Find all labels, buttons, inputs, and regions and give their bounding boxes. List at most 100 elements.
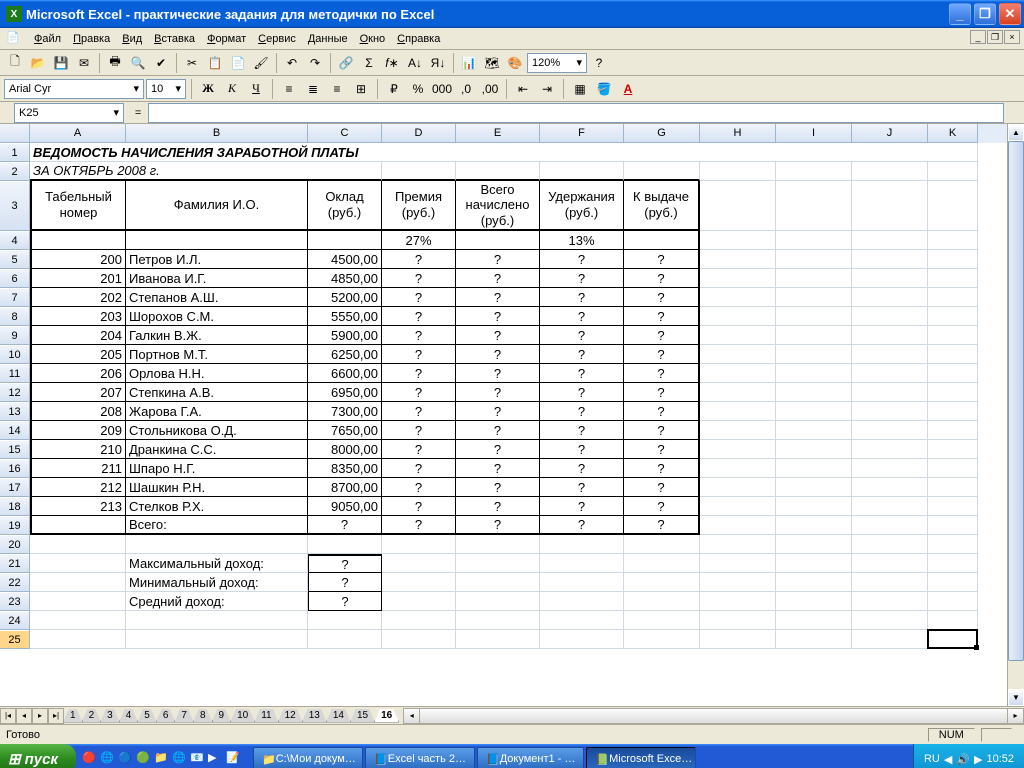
cell[interactable]	[624, 231, 700, 250]
horizontal-scrollbar[interactable]: ◂ ▸	[403, 708, 1024, 724]
mail-icon[interactable]: ✉	[73, 52, 95, 74]
font-combo[interactable]: Arial Cyr▾	[4, 79, 144, 99]
print-icon[interactable]: 🖶	[104, 52, 126, 74]
cell[interactable]: ВЕДОМОСТЬ НАЧИСЛЕНИЯ ЗАРАБОТНОЙ ПЛАТЫ	[30, 143, 978, 162]
cell[interactable]	[928, 478, 978, 497]
ql-icon[interactable]: 🟢	[136, 751, 152, 767]
row-header-14[interactable]: 14	[0, 421, 29, 440]
open-icon[interactable]: 📂	[27, 52, 49, 74]
cell[interactable]: 212	[30, 478, 126, 497]
cell[interactable]: ?	[540, 307, 624, 326]
cell[interactable]	[928, 554, 978, 573]
cell[interactable]	[852, 231, 928, 250]
menu-Сервис[interactable]: Сервис	[252, 31, 302, 47]
comma-icon[interactable]: 000	[431, 78, 453, 100]
cell[interactable]: ?	[456, 421, 540, 440]
row-header-22[interactable]: 22	[0, 573, 29, 592]
dec-decimal-icon[interactable]: ,00	[479, 78, 501, 100]
cell[interactable]	[776, 162, 852, 181]
italic-button[interactable]: К	[221, 78, 243, 100]
cell[interactable]	[624, 573, 700, 592]
underline-button[interactable]: Ч	[245, 78, 267, 100]
cell[interactable]	[928, 402, 978, 421]
menu-Окно[interactable]: Окно	[354, 31, 392, 47]
cell[interactable]	[126, 231, 308, 250]
cell[interactable]: ?	[624, 307, 700, 326]
cell[interactable]: 209	[30, 421, 126, 440]
cell[interactable]	[776, 288, 852, 307]
cell[interactable]	[700, 402, 776, 421]
menu-Файл[interactable]: Файл	[28, 31, 67, 47]
hyperlink-icon[interactable]: 🔗	[335, 52, 357, 74]
cell[interactable]	[700, 535, 776, 554]
cell[interactable]: ?	[624, 345, 700, 364]
help-icon[interactable]: ?	[588, 52, 610, 74]
cell[interactable]	[928, 288, 978, 307]
cell[interactable]	[700, 554, 776, 573]
cell[interactable]	[776, 307, 852, 326]
cell[interactable]: К выдаче (руб.)	[624, 181, 700, 231]
cell[interactable]: ?	[308, 592, 382, 611]
cell[interactable]: ?	[456, 440, 540, 459]
cell[interactable]: Фамилия И.О.	[126, 181, 308, 231]
cell[interactable]	[126, 611, 308, 630]
cell[interactable]: ?	[624, 497, 700, 516]
row-header-9[interactable]: 9	[0, 326, 29, 345]
sort-desc-icon[interactable]: Я↓	[427, 52, 449, 74]
cell[interactable]	[776, 630, 852, 649]
cell[interactable]: Орлова Н.Н.	[126, 364, 308, 383]
cell[interactable]	[540, 162, 624, 181]
cell[interactable]	[776, 250, 852, 269]
cell[interactable]	[776, 421, 852, 440]
cell[interactable]	[700, 440, 776, 459]
cell[interactable]	[700, 269, 776, 288]
cell[interactable]	[776, 181, 852, 231]
cell[interactable]: ?	[540, 516, 624, 535]
function-icon[interactable]: f∗	[381, 52, 403, 74]
language-indicator[interactable]: RU	[924, 753, 940, 765]
cell[interactable]	[776, 364, 852, 383]
cell[interactable]	[928, 516, 978, 535]
cell[interactable]	[852, 630, 928, 649]
cell[interactable]: ?	[456, 288, 540, 307]
map-icon[interactable]: 🗺	[481, 52, 503, 74]
align-left-icon[interactable]: ≡	[278, 78, 300, 100]
cell[interactable]: ?	[540, 478, 624, 497]
cell[interactable]: 6950,00	[308, 383, 382, 402]
cell[interactable]: ?	[624, 478, 700, 497]
column-headers[interactable]: ABCDEFGHIJK	[30, 124, 1007, 143]
cell[interactable]	[776, 440, 852, 459]
cell[interactable]	[700, 250, 776, 269]
cell[interactable]: ?	[456, 383, 540, 402]
merge-icon[interactable]: ⊞	[350, 78, 372, 100]
cell[interactable]	[776, 497, 852, 516]
menu-Вставка[interactable]: Вставка	[148, 31, 201, 47]
col-header-C[interactable]: C	[308, 124, 382, 143]
cell[interactable]	[540, 592, 624, 611]
cell[interactable]	[852, 611, 928, 630]
sheet-tab-11[interactable]: 11	[254, 709, 278, 723]
cell[interactable]: 5900,00	[308, 326, 382, 345]
menu-Формат[interactable]: Формат	[201, 31, 252, 47]
row-header-16[interactable]: 16	[0, 459, 29, 478]
redo-icon[interactable]: ↷	[304, 52, 326, 74]
cell[interactable]	[852, 573, 928, 592]
cell[interactable]	[928, 231, 978, 250]
cell[interactable]: 202	[30, 288, 126, 307]
tab-first-icon[interactable]: |◂	[0, 708, 16, 724]
cell[interactable]: Стелков Р.Х.	[126, 497, 308, 516]
cell[interactable]	[700, 421, 776, 440]
currency-icon[interactable]: ₽	[383, 78, 405, 100]
cell[interactable]	[852, 402, 928, 421]
cell[interactable]	[700, 345, 776, 364]
spreadsheet-grid[interactable]: 1234567891011121314151617181920212223242…	[0, 124, 1024, 706]
cell[interactable]: Иванова И.Г.	[126, 269, 308, 288]
align-center-icon[interactable]: ≣	[302, 78, 324, 100]
cell[interactable]	[456, 611, 540, 630]
cell[interactable]: Максимальный доход:	[126, 554, 308, 573]
cell[interactable]: ?	[456, 326, 540, 345]
cell[interactable]	[540, 611, 624, 630]
cell[interactable]	[928, 307, 978, 326]
cell[interactable]	[30, 535, 126, 554]
percent-icon[interactable]: %	[407, 78, 429, 100]
